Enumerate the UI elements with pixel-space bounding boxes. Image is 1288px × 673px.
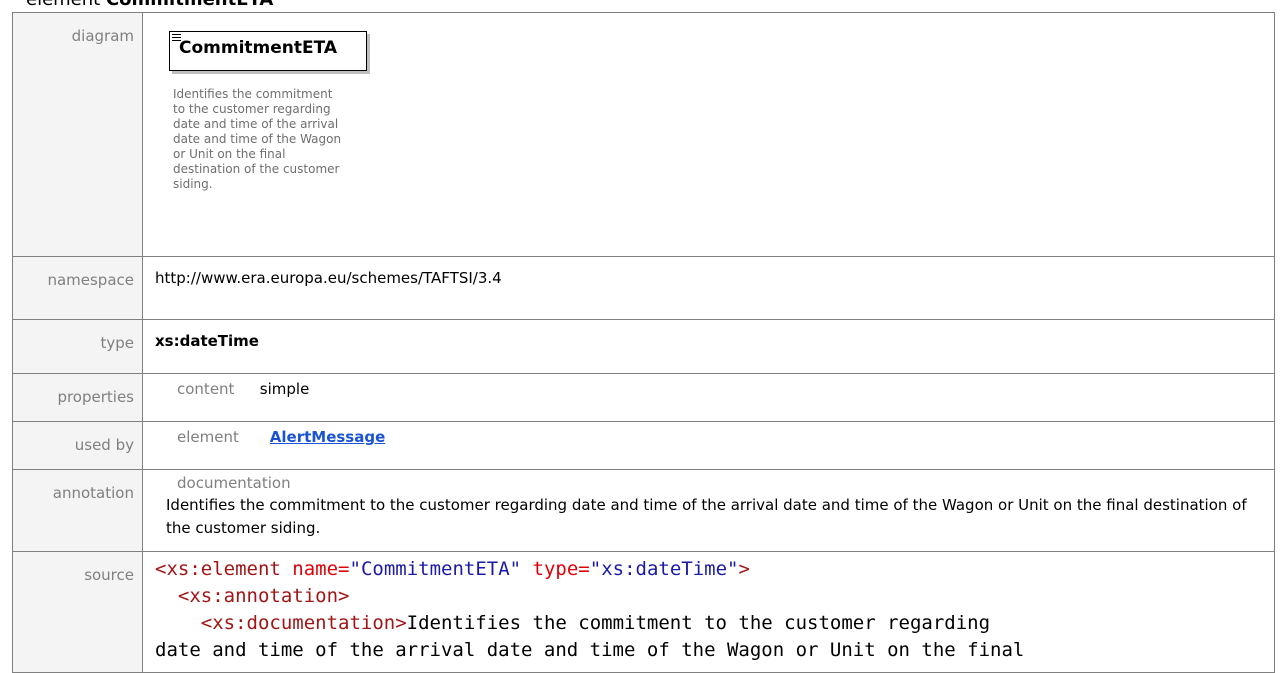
properties-value: simple bbox=[259, 380, 310, 398]
used-by-link[interactable]: AlertMessage bbox=[270, 428, 385, 446]
annotation-heading: documentation bbox=[177, 474, 291, 492]
label-namespace: namespace bbox=[12, 256, 143, 320]
label-source: source bbox=[12, 551, 143, 673]
annotation-text: Identifies the commitment to the custome… bbox=[166, 496, 1247, 537]
diagram-cell: CommitmentETA Identifies the commitment … bbox=[142, 12, 1275, 257]
used-by-cell: element AlertMessage bbox=[142, 421, 1275, 470]
diagram-element-name: CommitmentETA bbox=[179, 38, 338, 58]
label-type: type bbox=[12, 319, 143, 374]
label-annotation: annotation bbox=[12, 469, 143, 552]
page-heading: element CommitmentETA bbox=[26, 0, 273, 11]
src-tag-annotation: <xs:annotation> bbox=[177, 585, 350, 607]
row-annotation: annotation documentation Identifies the … bbox=[12, 469, 1275, 552]
properties-cell: content simple bbox=[142, 373, 1275, 422]
element-doc-table: diagram CommitmentETA Identifies the com… bbox=[12, 12, 1275, 673]
properties-key: content bbox=[177, 380, 235, 398]
label-diagram: diagram bbox=[12, 12, 143, 257]
diagram-element-box[interactable]: CommitmentETA bbox=[169, 31, 367, 71]
src-doc-text-1: Identifies the commitment to the custome… bbox=[406, 612, 991, 634]
row-namespace: namespace http://www.era.europa.eu/schem… bbox=[12, 256, 1275, 320]
diagram-description: Identifies the commitment to the custome… bbox=[173, 87, 342, 191]
source-code: <xs:element name="CommitmentETA" type="x… bbox=[143, 552, 1274, 664]
label-used-by: used by bbox=[12, 421, 143, 470]
src-attr-type: type= bbox=[532, 558, 590, 580]
src-tag-close: > bbox=[738, 558, 750, 580]
src-tag-element: <xs:element bbox=[155, 558, 281, 580]
heading-prefix: element bbox=[26, 0, 100, 10]
row-source: source <xs:element name="CommitmentETA" … bbox=[12, 551, 1275, 673]
row-diagram: diagram CommitmentETA Identifies the com… bbox=[12, 12, 1275, 257]
src-val-name: "CommitmentETA" bbox=[349, 558, 522, 580]
type-value: xs:dateTime bbox=[142, 319, 1275, 374]
heading-element-name: CommitmentETA bbox=[106, 0, 273, 10]
used-by-kind: element bbox=[177, 428, 239, 446]
diagram-area: CommitmentETA Identifies the commitment … bbox=[143, 13, 1274, 256]
namespace-value: http://www.era.europa.eu/schemes/TAFTSI/… bbox=[142, 256, 1275, 320]
src-doc-text-2: date and time of the arrival date and ti… bbox=[155, 639, 1025, 661]
src-attr-name: name= bbox=[292, 558, 350, 580]
label-properties: properties bbox=[12, 373, 143, 422]
src-val-type: "xs:dateTime" bbox=[589, 558, 739, 580]
row-type: type xs:dateTime bbox=[12, 319, 1275, 374]
annotation-cell: documentation Identifies the commitment … bbox=[142, 469, 1275, 552]
src-tag-documentation: <xs:documentation> bbox=[200, 612, 407, 634]
row-properties: properties content simple bbox=[12, 373, 1275, 422]
row-used-by: used by element AlertMessage bbox=[12, 421, 1275, 470]
source-cell: <xs:element name="CommitmentETA" type="x… bbox=[142, 551, 1275, 673]
